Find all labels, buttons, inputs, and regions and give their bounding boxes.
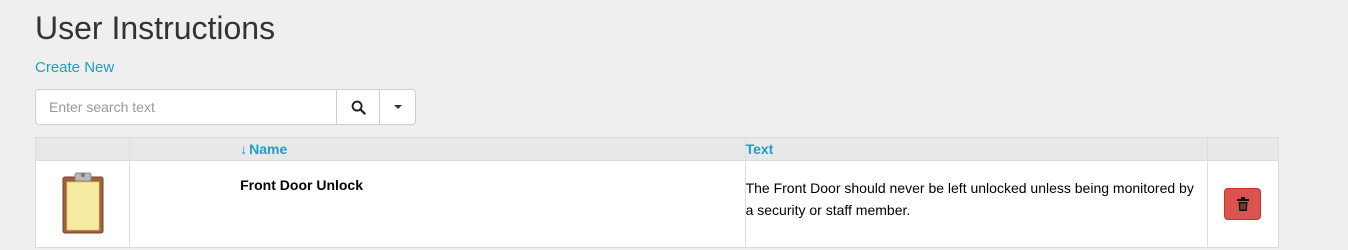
- header-name[interactable]: ↓ Name: [129, 137, 746, 161]
- caret-down-icon: [393, 105, 402, 109]
- search-icon: [351, 100, 366, 115]
- header-name-label[interactable]: Name: [249, 141, 287, 157]
- header-image: [34, 137, 131, 161]
- row-text-cell: The Front Door should never be left unlo…: [744, 160, 1208, 248]
- page-title: User Instructions: [35, 10, 276, 46]
- page: User Instructions Create New ↓Name Text: [0, 0, 1348, 250]
- row-image-cell: [34, 160, 131, 248]
- header-text-label[interactable]: Text: [746, 141, 774, 157]
- clipboard-icon: [62, 172, 104, 233]
- trash-icon: [1236, 197, 1249, 211]
- row-actions-cell: [1206, 160, 1280, 248]
- instructions-table: ↓ Name Text Front Door Unlock The Front …: [34, 137, 1280, 248]
- sort-down-arrow-icon: ↓: [240, 141, 248, 157]
- header-text[interactable]: Text: [744, 137, 1208, 161]
- delete-button[interactable]: [1224, 188, 1262, 220]
- table-header-row: ↓ Name Text: [34, 137, 1280, 161]
- search-group: [35, 89, 416, 125]
- search-options-dropdown-button[interactable]: [379, 90, 415, 124]
- search-button[interactable]: [336, 90, 379, 124]
- create-new-link[interactable]: Create New: [35, 58, 114, 78]
- row-name-cell: Front Door Unlock: [129, 160, 746, 248]
- table-row: Front Door Unlock The Front Door should …: [34, 160, 1280, 248]
- search-input[interactable]: [36, 90, 336, 124]
- header-actions: [1206, 137, 1280, 161]
